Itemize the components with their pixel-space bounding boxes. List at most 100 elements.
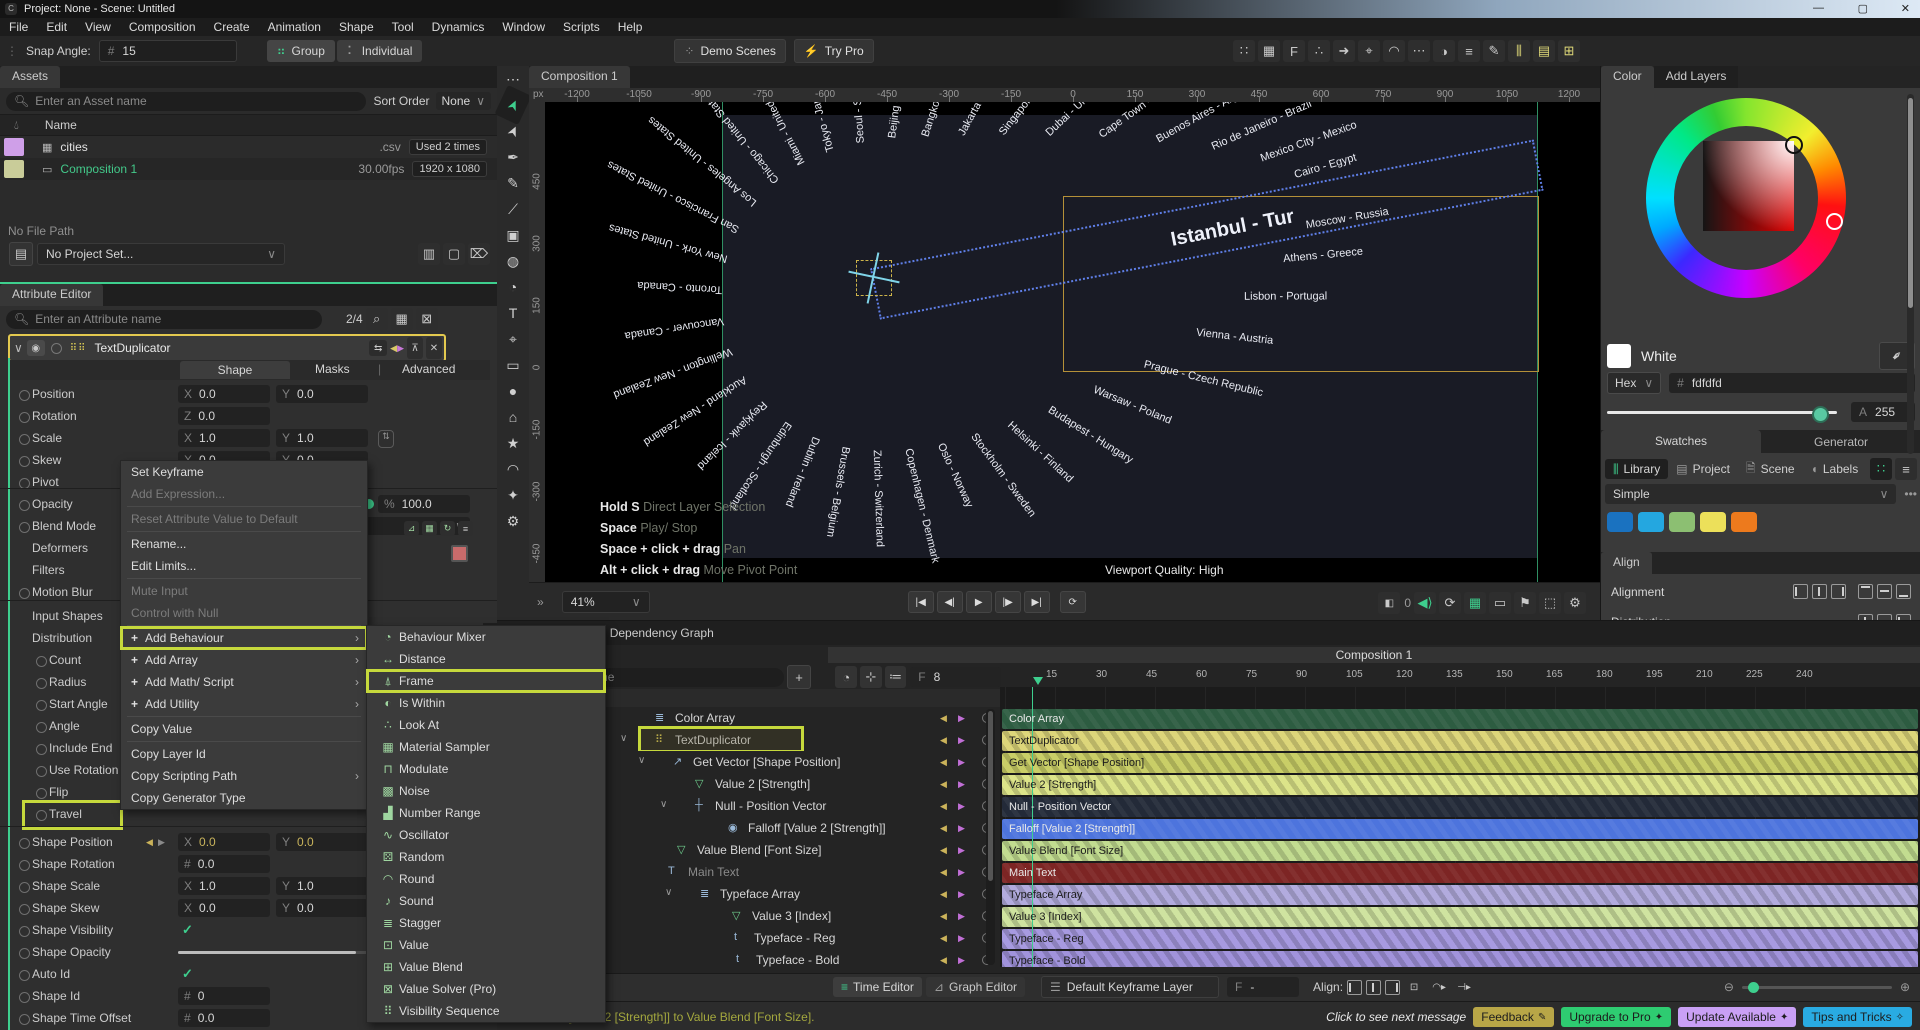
layer-list-scrollbar[interactable]: [986, 709, 995, 965]
track-bar-value-blend-font-size-[interactable]: Value Blend [Font Size]: [1002, 841, 1918, 861]
step-forward-button[interactable]: |▶: [994, 591, 1021, 613]
next-key-icon[interactable]: ▶: [958, 845, 965, 856]
menu-item-rename-[interactable]: Rename...: [121, 533, 367, 555]
graph-editor-button[interactable]: ⊿ Graph Editor: [925, 977, 1026, 997]
go-start-button[interactable]: |◀: [907, 591, 934, 613]
zoom-in-icon[interactable]: ⊕: [1900, 980, 1910, 994]
next-key-icon[interactable]: ▶: [158, 837, 165, 848]
overlay-icon[interactable]: ⬚: [1539, 592, 1561, 614]
menu-item-reset-attribute-value-to-default[interactable]: Reset Attribute Value to Default: [121, 508, 367, 530]
prev-key-icon[interactable]: ◀: [940, 779, 947, 790]
rect-tool[interactable]: ▭: [497, 352, 529, 378]
submenu-item-frame[interactable]: ⍋ Frame: [366, 669, 606, 693]
attr-field[interactable]: #0.0: [178, 1009, 270, 1027]
viewport-settings-icon[interactable]: ⚙: [1564, 592, 1586, 614]
next-key-icon[interactable]: ▶: [958, 757, 965, 768]
zoom-level-select[interactable]: 41% ∨: [561, 591, 650, 613]
frame-f-icon[interactable]: F: [1283, 40, 1305, 62]
loop-button[interactable]: ⟳: [1059, 591, 1086, 613]
opacity-field[interactable]: % 100.0: [378, 495, 470, 513]
keyframe-dot-icon[interactable]: [19, 522, 30, 533]
spark-tool[interactable]: ✦: [497, 482, 529, 508]
prev-key-icon[interactable]: ◀: [940, 911, 947, 922]
image-icon[interactable]: ▦: [422, 521, 437, 536]
circle-tool[interactable]: ●: [497, 378, 529, 404]
menu-item-mute-input[interactable]: Mute Input: [121, 580, 367, 602]
prev-key-icon[interactable]: ◀: [940, 933, 947, 944]
globe-tool[interactable]: ◍: [497, 248, 529, 274]
pen-tool-icon[interactable]: ✎: [1483, 40, 1505, 62]
swatch-set-select[interactable]: Simple ∨: [1605, 484, 1897, 504]
refresh-view-icon[interactable]: ⟳: [1439, 592, 1461, 614]
list-view-icon[interactable]: ≡: [1895, 458, 1917, 480]
keyframe-dot-icon[interactable]: [19, 588, 30, 599]
tab-add-layers[interactable]: Add Layers: [1653, 66, 1739, 88]
layer-name[interactable]: Value Blend [Font Size]: [697, 843, 822, 857]
rows-icon[interactable]: ≡: [1458, 40, 1480, 62]
graph-icon[interactable]: ⊿: [404, 521, 419, 536]
viewport-canvas[interactable]: Moscow - Russia Athens - Greece Lisbon - P…: [545, 102, 1600, 582]
layer-name[interactable]: Falloff [Value 2 [Strength]]: [748, 821, 886, 835]
expand-tools-icon[interactable]: »: [537, 595, 544, 609]
snap-angle-input[interactable]: # 15: [98, 40, 237, 62]
align-top-icon[interactable]: [1858, 584, 1873, 599]
tab-scene[interactable]: 🗎 Scene: [1738, 459, 1803, 479]
attr-field[interactable]: Y 1.0: [276, 429, 368, 447]
keyframe-dot-icon[interactable]: [19, 838, 30, 849]
keyframe-dot-icon[interactable]: [19, 948, 30, 959]
menu-shape[interactable]: Shape: [330, 18, 383, 36]
align-hcenter-icon[interactable]: [1812, 584, 1827, 599]
submenu-item-value-blend[interactable]: ⊞ Value Blend: [367, 956, 605, 978]
tab-labels[interactable]: ◖ Labels: [1803, 459, 1867, 479]
status-button-tips-and-tricks[interactable]: Tips and Tricks ✧: [1803, 1007, 1912, 1027]
demo-scenes-button[interactable]: ⁘ Demo Scenes: [674, 39, 786, 63]
pencil-tool[interactable]: ✎: [497, 170, 529, 196]
attr-field[interactable]: X0.0: [178, 385, 270, 403]
submenu-item-sound[interactable]: ♪ Sound: [367, 890, 605, 912]
filter-settings-icon[interactable]: ≔: [884, 666, 907, 688]
align-vcenter-icon[interactable]: [1877, 584, 1892, 599]
tab-swatches[interactable]: Swatches: [1601, 430, 1761, 453]
swatch-chip[interactable]: [1638, 512, 1664, 532]
menu-view[interactable]: View: [76, 18, 120, 36]
keyframe-dot-icon[interactable]: [19, 500, 30, 511]
submenu-item-look-at[interactable]: ∴ Look At: [367, 714, 605, 736]
zoom-out-icon[interactable]: ⊖: [1724, 980, 1734, 994]
filter-scatter-icon[interactable]: ⊹: [860, 666, 882, 688]
menu-file[interactable]: File: [0, 18, 37, 36]
menu-item-edit-limits-[interactable]: Edit Limits...: [121, 555, 367, 577]
keyframe-dot-icon[interactable]: [36, 678, 47, 689]
gear-tool[interactable]: ⚙: [497, 508, 529, 534]
menu-item-copy-scripting-path[interactable]: Copy Scripting Path ›: [121, 765, 367, 787]
swatch-more-button[interactable]: •••: [1904, 487, 1917, 501]
next-key-icon[interactable]: ▶: [958, 911, 965, 922]
next-key-icon[interactable]: ▶: [958, 933, 965, 944]
saturation-value-square[interactable]: [1703, 141, 1794, 231]
keyframe-dot-icon[interactable]: [19, 904, 30, 915]
attr-field[interactable]: X 1.0: [178, 429, 270, 447]
tab-generator[interactable]: Generator: [1761, 435, 1920, 449]
link-scale-icon[interactable]: ⇅: [378, 430, 394, 448]
asset-color-chip[interactable]: [4, 138, 24, 156]
attr-field[interactable]: X0.0: [178, 899, 270, 917]
attr-field[interactable]: #0: [178, 987, 270, 1005]
next-key-icon[interactable]: ▶: [958, 823, 965, 834]
track-bar-typeface-array[interactable]: Typeface Array: [1002, 885, 1918, 905]
menu-item-copy-generator-type[interactable]: Copy Generator Type: [121, 787, 367, 809]
target-tool[interactable]: ⌖: [497, 326, 529, 352]
layer-name[interactable]: Typeface Array: [720, 887, 800, 901]
swatch-chip[interactable]: [1731, 512, 1757, 532]
grid-icon[interactable]: ⊞: [1558, 40, 1580, 62]
pivot-icon[interactable]: ⌖: [1358, 40, 1380, 62]
submenu-item-value-solver-pro-[interactable]: ⊠ Value Solver (Pro): [367, 978, 605, 1000]
curve-icon[interactable]: ◠: [1383, 40, 1405, 62]
panel-scrollbar[interactable]: [1907, 94, 1914, 454]
keyframe-dot-icon[interactable]: [36, 744, 47, 755]
keyframe-dot-icon[interactable]: [19, 882, 30, 893]
protractor-tool[interactable]: ◔: [497, 274, 529, 300]
submenu-item-round[interactable]: ◠ Round: [367, 868, 605, 890]
tab-composition-1[interactable]: Composition 1: [529, 66, 630, 88]
keyframe-dot-icon[interactable]: [19, 860, 30, 871]
snapshot-icon[interactable]: ▭: [1489, 592, 1511, 614]
keyframe-dot-icon[interactable]: [19, 1014, 30, 1025]
